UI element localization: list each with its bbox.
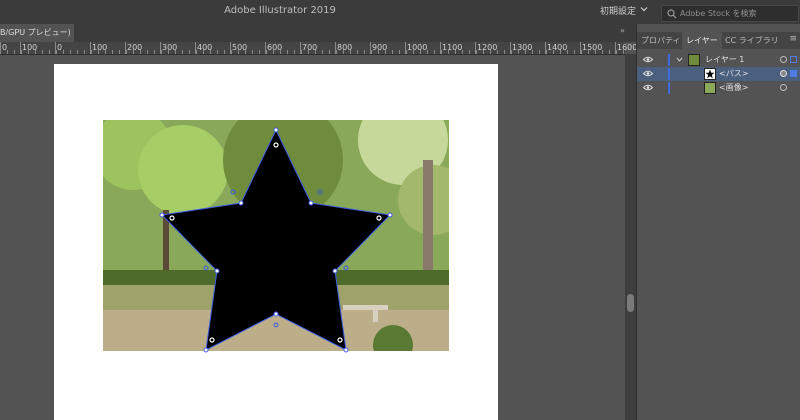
eye-icon[interactable] <box>643 70 653 77</box>
image-thumb <box>704 82 716 94</box>
layer-row-path[interactable]: <パス> <box>637 67 800 81</box>
chevron-down-icon[interactable] <box>676 56 683 63</box>
selection-indicator[interactable] <box>790 70 797 77</box>
target-icon[interactable] <box>780 70 787 77</box>
target-icon[interactable] <box>780 56 787 63</box>
layer-name[interactable]: <パス> <box>719 68 748 79</box>
layer-row-layer1[interactable]: レイヤー 1 <box>637 53 800 67</box>
selection-indicator[interactable] <box>790 56 797 63</box>
layer-thumb <box>688 54 700 66</box>
eye-icon[interactable] <box>643 84 653 91</box>
layer-color-bar <box>668 68 670 80</box>
target-icon[interactable] <box>780 84 787 91</box>
panel-collapse-button[interactable]: » <box>620 26 625 35</box>
eye-icon[interactable] <box>643 56 653 63</box>
layer-row-image[interactable]: <画像> <box>637 81 800 95</box>
panel-tabs: プロパティ レイヤー CC ライブラリ ≡ <box>637 32 800 49</box>
tab-properties[interactable]: プロパティ <box>641 32 681 49</box>
tab-cc-libraries[interactable]: CC ライブラリ <box>725 32 779 49</box>
layer-name[interactable]: <画像> <box>719 82 748 93</box>
star-icon <box>705 69 715 79</box>
panel-menu-icon[interactable]: ≡ <box>789 34 797 44</box>
layers-panel: プロパティ レイヤー CC ライブラリ ≡ レイヤー 1 <パス> <画像> <box>636 24 800 420</box>
star-thumb <box>704 68 716 80</box>
layer-name[interactable]: レイヤー 1 <box>705 54 744 65</box>
tab-layers[interactable]: レイヤー <box>682 32 722 49</box>
layer-color-bar <box>668 54 670 66</box>
layer-color-bar <box>668 82 670 94</box>
